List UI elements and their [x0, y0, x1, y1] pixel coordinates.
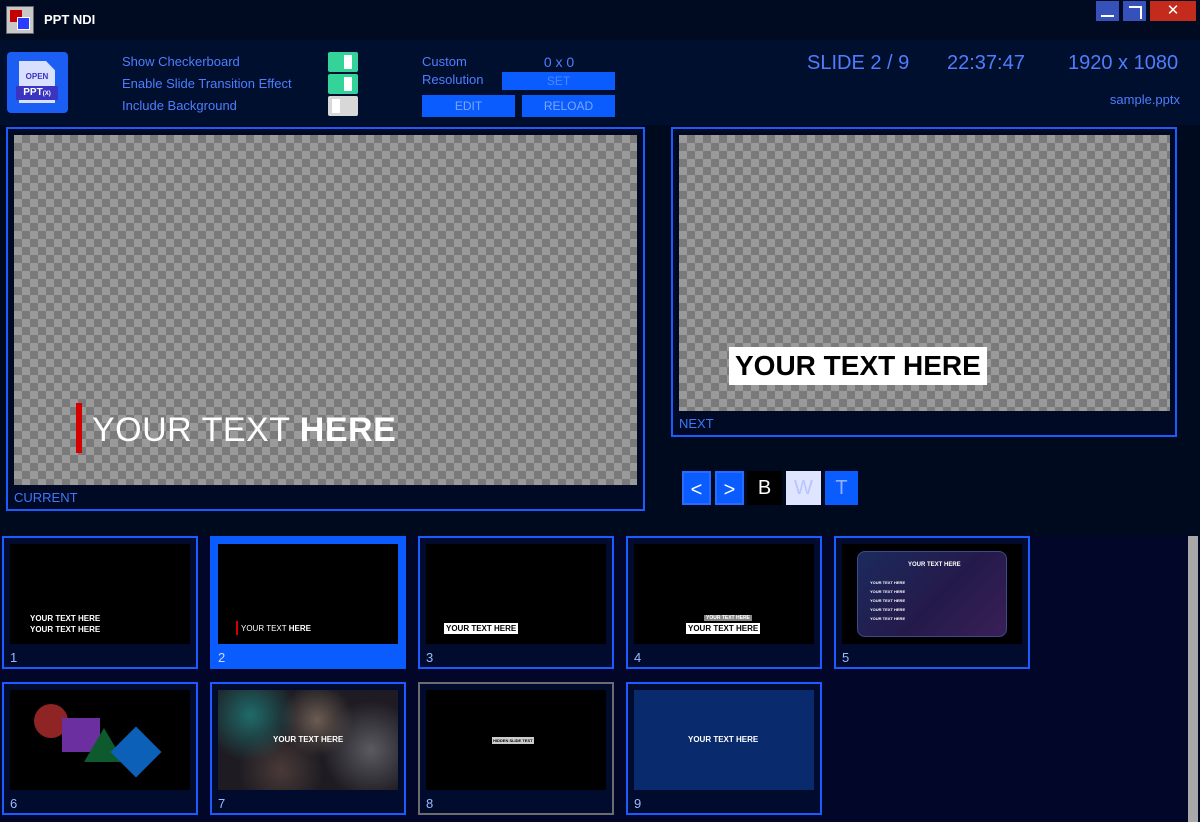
previous-slide-button[interactable]: < — [682, 471, 711, 505]
slide-number: 1 — [10, 650, 18, 665]
thumbnail-image: YOUR TEXT HERE YOUR TEXT HERE — [634, 544, 814, 644]
transparent-output-button[interactable]: T — [825, 471, 858, 505]
thumbnail-image: YOUR TEXT HERE YOUR TEXT HERE — [10, 544, 190, 644]
lower-third-accent — [76, 403, 82, 453]
output-resolution: 1920 x 1080 — [1068, 52, 1179, 74]
slide-number: 4 — [634, 650, 642, 665]
slide-counter: SLIDE 2 / 9 — [807, 52, 910, 74]
slide-thumbnail[interactable]: YOUR TEXT HERE YOUR TEXT HERE 4 — [626, 536, 822, 669]
thumbnail-list-item: YOUR TEXT HERE — [870, 598, 906, 603]
include-background-label: Include Background — [122, 98, 237, 113]
slide-number: 5 — [842, 650, 850, 665]
lower-third-accent — [236, 621, 238, 635]
slide-number: 2 — [218, 650, 226, 665]
slide-thumbnail[interactable]: YOUR TEXT HERE YOUR TEXT HERE 1 — [2, 536, 198, 669]
thumbnail-text: YOUR TEXT HERE — [688, 735, 759, 744]
title-bar[interactable]: PPT NDI ✕ — [0, 0, 1200, 40]
slide-transition-toggle[interactable] — [328, 74, 358, 94]
app-window: PPT NDI ✕ OPEN PPT(X) Show Checkerboard … — [0, 0, 1200, 822]
thumbnail-text: YOUR TEXT HERE — [444, 623, 519, 634]
custom-resolution-value[interactable]: 0 x 0 — [504, 54, 614, 70]
file-name: sample.pptx — [1109, 92, 1180, 107]
current-slide-text: YOUR TEXT HERE — [92, 411, 397, 449]
slide-number: 3 — [426, 650, 434, 665]
custom-resolution-label-2: Resolution — [422, 72, 484, 87]
current-slide-preview: YOUR TEXT HERE — [14, 135, 637, 485]
thumbnail-image: YOUR TEXT HERE — [218, 544, 398, 644]
show-checkerboard-toggle[interactable] — [328, 52, 358, 72]
current-preview-panel: YOUR TEXT HERE CURRENT — [6, 127, 645, 511]
edit-button[interactable]: EDIT — [422, 95, 515, 117]
slide-number: 7 — [218, 796, 226, 811]
thumbnail-list-item: YOUR TEXT HERE — [870, 616, 906, 621]
open-ppt-button[interactable]: OPEN PPT(X) — [7, 52, 68, 113]
slide-thumbnail[interactable]: YOUR TEXT HERE 7 — [210, 682, 406, 815]
ppt-label: PPT(X) — [16, 86, 58, 100]
clock: 22:37:47 — [947, 52, 1025, 74]
slide-thumbnail[interactable]: YOUR TEXT HERE YOUR TEXT HERE YOUR TEXT … — [834, 536, 1030, 669]
custom-resolution-label: Custom — [422, 54, 467, 69]
thumbnail-text: YOUR TEXT HERE — [686, 623, 761, 634]
reload-button[interactable]: RELOAD — [522, 95, 615, 117]
maximize-button[interactable] — [1123, 1, 1146, 21]
thumbnail-text: YOUR TEXT HERE — [273, 735, 344, 744]
slide-number: 9 — [634, 796, 642, 811]
thumbnail-scrollbar[interactable] — [1188, 536, 1198, 822]
minimize-button[interactable] — [1096, 1, 1119, 21]
thumbnail-text: YOUR TEXT HERE — [30, 614, 101, 623]
show-checkerboard-label: Show Checkerboard — [122, 54, 240, 69]
thumbnail-list-item: YOUR TEXT HERE — [870, 607, 906, 612]
next-preview-panel: YOUR TEXT HERE NEXT — [671, 127, 1177, 437]
thumbnail-text: YOUR TEXT HERE — [241, 624, 311, 633]
app-logo-icon — [6, 6, 34, 34]
thumbnail-image: HIDDEN SLIDE TEST — [426, 690, 606, 790]
thumbnail-text: YOUR TEXT HERE — [30, 625, 101, 634]
black-output-button[interactable]: B — [747, 471, 782, 505]
window-title: PPT NDI — [44, 12, 96, 27]
thumbnail-image: YOUR TEXT HERE YOUR TEXT HERE YOUR TEXT … — [842, 544, 1022, 644]
thumbnail-text: HIDDEN SLIDE TEST — [492, 737, 534, 744]
next-slide-preview: YOUR TEXT HERE — [679, 135, 1170, 411]
slide-thumbnail[interactable]: YOUR TEXT HERE 9 — [626, 682, 822, 815]
control-bar: OPEN PPT(X) Show Checkerboard Enable Sli… — [0, 40, 1200, 125]
content-card: YOUR TEXT HERE YOUR TEXT HERE YOUR TEXT … — [857, 551, 1007, 637]
open-label: OPEN — [25, 72, 49, 81]
thumbnail-text: YOUR TEXT HERE — [704, 615, 752, 621]
slide-thumbnail-hidden[interactable]: HIDDEN SLIDE TEST 8 — [418, 682, 614, 815]
slide-thumbnail[interactable]: YOUR TEXT HERE 3 — [418, 536, 614, 669]
next-slide-text: YOUR TEXT HERE — [729, 347, 987, 385]
set-resolution-button[interactable]: SET — [502, 72, 615, 90]
thumbnail-title: YOUR TEXT HERE — [908, 562, 961, 568]
slide-transition-label: Enable Slide Transition Effect — [122, 76, 292, 91]
thumbnail-image: YOUR TEXT HERE — [218, 690, 398, 790]
thumbnail-image — [10, 690, 190, 790]
next-label: NEXT — [679, 416, 714, 431]
include-background-toggle[interactable] — [328, 96, 358, 116]
white-output-button[interactable]: W — [786, 471, 821, 505]
next-slide-button[interactable]: > — [715, 471, 744, 505]
thumbnail-image: YOUR TEXT HERE — [426, 544, 606, 644]
thumbnail-list-item: YOUR TEXT HERE — [870, 589, 906, 594]
current-label: CURRENT — [14, 490, 78, 505]
thumbnail-image: YOUR TEXT HERE — [634, 690, 814, 790]
slide-thumbnail[interactable]: 6 — [2, 682, 198, 815]
thumbnail-list-item: YOUR TEXT HERE — [870, 580, 906, 585]
slide-thumbnail-selected[interactable]: YOUR TEXT HERE 2 — [210, 536, 406, 669]
close-button[interactable]: ✕ — [1150, 1, 1196, 21]
slide-number: 8 — [426, 796, 434, 811]
slide-number: 6 — [10, 796, 18, 811]
